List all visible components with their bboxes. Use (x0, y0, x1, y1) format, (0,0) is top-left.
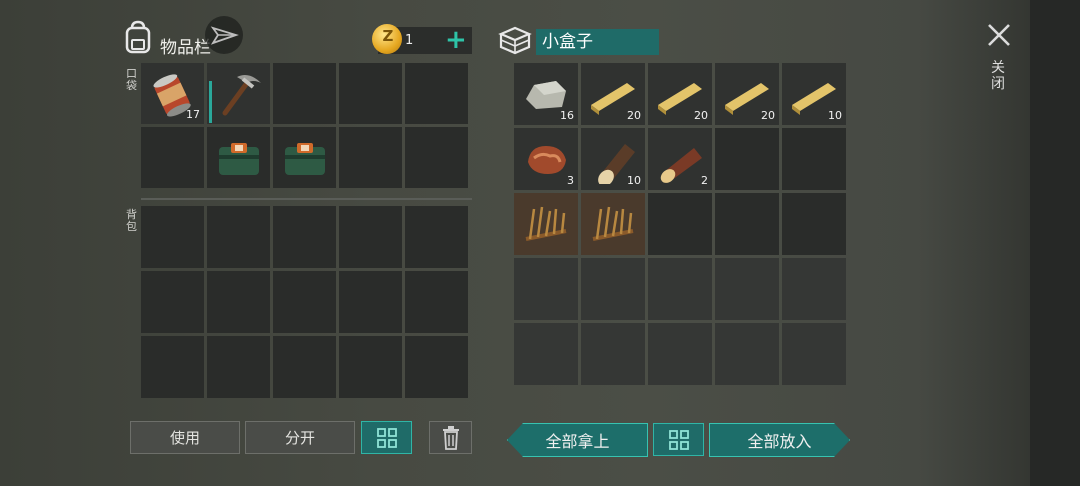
inventory-slot[interactable] (207, 63, 270, 124)
container-slot[interactable] (648, 193, 712, 255)
pickaxe-icon (222, 75, 261, 116)
pocket-grid: 17 (141, 63, 468, 188)
container-slot[interactable] (514, 258, 578, 320)
container-slot[interactable] (715, 258, 779, 320)
sort-inventory-button[interactable] (361, 421, 412, 454)
container-slot[interactable] (782, 193, 846, 255)
inventory-slot[interactable] (405, 127, 468, 188)
inventory-slot[interactable]: 17 (141, 63, 204, 124)
container-slot[interactable]: 10 (581, 128, 645, 190)
item-count: 2 (701, 174, 708, 187)
trash-button[interactable] (429, 421, 472, 454)
container-slot[interactable] (581, 193, 645, 255)
container-slot[interactable] (581, 323, 645, 385)
trash-icon (442, 425, 459, 450)
inventory-slot[interactable] (273, 63, 336, 124)
spike-trap-icon (592, 206, 634, 241)
backpack-grid (141, 206, 468, 398)
backpack-label: 背包 (126, 208, 137, 233)
sort-container-button[interactable] (653, 423, 704, 456)
item-count: 10 (627, 174, 641, 187)
container-slot[interactable] (514, 323, 578, 385)
inventory-title: 物品栏 (160, 38, 211, 58)
durability-bar (209, 81, 212, 123)
medkit-icon (219, 143, 259, 175)
add-currency-button[interactable]: + (445, 26, 467, 54)
inventory-slot[interactable] (207, 271, 270, 333)
inventory-slot[interactable] (207, 127, 270, 188)
right-edge-panel (1030, 0, 1080, 486)
inventory-slot[interactable] (141, 127, 204, 188)
inventory-slot[interactable] (273, 271, 336, 333)
inventory-slot[interactable] (405, 271, 468, 333)
inventory-slot[interactable] (405, 206, 468, 268)
container-slot[interactable] (648, 258, 712, 320)
container-grid: 16 20 20 20 10 3 10 2 (514, 63, 846, 403)
container-slot[interactable]: 3 (514, 128, 578, 190)
container-slot[interactable]: 20 (581, 63, 645, 125)
container-slot[interactable] (782, 258, 846, 320)
inventory-slot[interactable] (141, 206, 204, 268)
container-slot[interactable]: 16 (514, 63, 578, 125)
use-button[interactable]: 使用 (130, 421, 240, 454)
inventory-slot[interactable] (273, 127, 336, 188)
spike-trap-icon (525, 206, 567, 241)
container-name: 小盒子 (536, 29, 659, 55)
pocket-label: 口袋 (126, 67, 137, 92)
grid-sort-icon (668, 429, 689, 450)
inventory-slot[interactable] (339, 127, 402, 188)
section-divider (141, 198, 472, 200)
item-count: 20 (694, 109, 708, 122)
container-slot[interactable]: 20 (648, 63, 712, 125)
share-button[interactable] (205, 16, 243, 54)
container-slot[interactable] (648, 323, 712, 385)
item-count: 3 (567, 174, 574, 187)
container-slot[interactable] (581, 258, 645, 320)
inventory-slot[interactable] (141, 336, 204, 398)
container-slot[interactable] (782, 323, 846, 385)
inventory-slot[interactable] (141, 271, 204, 333)
container-slot[interactable]: 2 (648, 128, 712, 190)
close-label[interactable]: 关闭 (991, 60, 1007, 92)
item-count: 20 (761, 109, 775, 122)
container-slot[interactable] (782, 128, 846, 190)
grid-sort-icon (376, 427, 397, 448)
inventory-slot[interactable] (405, 336, 468, 398)
item-count: 20 (627, 109, 641, 122)
inventory-slot[interactable] (207, 336, 270, 398)
medkit-icon (285, 143, 325, 175)
inventory-slot[interactable] (339, 336, 402, 398)
item-count: 10 (828, 109, 842, 122)
pine-log-icon (660, 148, 702, 183)
paper-plane-icon (210, 26, 239, 45)
split-button[interactable]: 分开 (245, 421, 355, 454)
container-slot[interactable]: 20 (715, 63, 779, 125)
backpack-icon (125, 20, 151, 54)
crate-icon (498, 26, 532, 55)
inventory-slot[interactable] (339, 271, 402, 333)
item-count: 17 (186, 108, 200, 121)
put-all-button[interactable]: 全部放入 (709, 423, 850, 457)
item-count: 16 (560, 109, 574, 122)
container-slot[interactable]: 10 (782, 63, 846, 125)
inventory-slot[interactable] (273, 206, 336, 268)
inventory-slot[interactable] (339, 63, 402, 124)
inventory-slot[interactable] (273, 336, 336, 398)
raw-meat-icon (528, 146, 566, 174)
take-all-button[interactable]: 全部拿上 (507, 423, 648, 457)
inventory-slot[interactable] (405, 63, 468, 124)
container-slot[interactable] (715, 193, 779, 255)
container-slot[interactable] (514, 193, 578, 255)
inventory-slot[interactable] (207, 206, 270, 268)
container-slot[interactable] (715, 323, 779, 385)
coin-count: 1 (405, 33, 414, 48)
inventory-slot[interactable] (339, 206, 402, 268)
container-slot[interactable] (715, 128, 779, 190)
close-icon[interactable] (986, 22, 1012, 48)
coin-symbol: Z (382, 27, 394, 45)
